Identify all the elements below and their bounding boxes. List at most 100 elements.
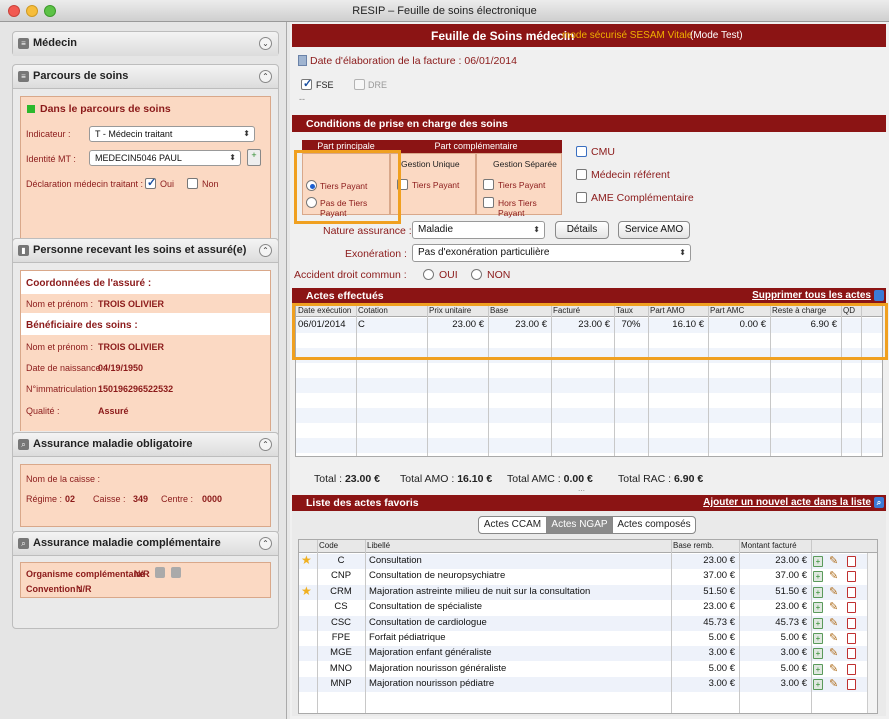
add-acte-icon[interactable]: + [813,648,823,660]
amo-panel-header[interactable]: ⌕ Assurance maladie obligatoire ⌃ [13,433,278,457]
amo-panel: ⌕ Assurance maladie obligatoire ⌃ Nom de… [12,432,279,534]
table-row[interactable] [296,438,882,453]
service-amo-button[interactable]: Service AMO [618,221,690,239]
favoris-col-header[interactable]: Libellé [367,541,390,550]
window-titlebar: RESIP – Feuille de soins électronique [0,0,889,22]
exo-select[interactable]: Pas d'exonération particulière ⬍ [412,244,691,262]
org-lookup-icon[interactable] [155,567,165,578]
personne-panel-header[interactable]: ▮ Personne recevant les soins et assuré(… [13,239,278,263]
table-row[interactable] [296,363,882,378]
table-row[interactable] [296,378,882,393]
medecin-panel-header[interactable]: ≡ Médecin ⌄ [13,32,278,56]
acte-base: 3.00 € [708,647,735,659]
favoris-col-header[interactable]: Code [319,541,338,550]
medecin-referent-label: Médecin référent [591,169,670,181]
chevron-down-icon[interactable]: ⌄ [259,37,272,50]
cmu-checkbox[interactable] [576,146,587,157]
edit-pencil-icon[interactable]: ✎ [829,646,838,659]
acte-base: 23.00 € [703,601,735,613]
select-arrows-icon: ⬍ [533,225,540,234]
minimize-window-button[interactable] [26,5,38,17]
parcours-panel-header[interactable]: ≡ Parcours de soins ⌃ [13,65,278,89]
gestion-unique-label: Gestion Unique [401,159,460,169]
accident-non-radio[interactable] [471,269,482,280]
add-acte-icon[interactable]: + [813,586,823,598]
table-row[interactable] [296,393,882,408]
delete-icon[interactable] [847,617,856,629]
dre-checkbox[interactable] [354,79,365,90]
add-acte-icon[interactable]: + [813,556,823,567]
zoom-window-button[interactable] [44,5,56,17]
indicateur-select[interactable]: T - Médecin traitant ⬍ [89,126,255,142]
chevron-up-icon[interactable]: ⌃ [259,438,272,451]
chevron-up-icon[interactable]: ⌃ [259,244,272,257]
details-button[interactable]: Détails [555,221,609,239]
delete-icon[interactable] [847,633,856,644]
tab-actes-composes[interactable]: Actes composés [613,517,695,533]
edit-pencil-icon[interactable]: ✎ [829,569,838,582]
chevron-up-icon[interactable]: ⌃ [259,537,272,550]
gs-hors-checkbox[interactable] [483,197,494,208]
edit-pencil-icon[interactable]: ✎ [829,662,838,675]
declaration-non-label: Non [202,179,219,189]
edit-pencil-icon[interactable]: ✎ [829,554,838,567]
org-clear-icon[interactable] [171,567,181,578]
nature-select[interactable]: Maladie ⬍ [412,221,545,239]
gs-tiers-checkbox[interactable] [483,179,494,190]
tab-actes-ngap[interactable]: Actes NGAP [547,517,613,533]
chevron-up-icon[interactable]: ⌃ [259,70,272,83]
table-row[interactable] [296,423,882,438]
delete-icon[interactable] [847,602,856,614]
medecin-referent-checkbox[interactable] [576,169,587,180]
person-icon: ▮ [18,245,29,256]
declaration-non-checkbox[interactable] [187,178,198,189]
favoris-col-header[interactable]: Montant facturé [741,541,797,550]
edit-pencil-icon[interactable]: ✎ [829,616,838,629]
total-amo-value: 16.10 € [457,473,493,485]
favorite-star-icon[interactable]: ★ [301,584,312,598]
ajouter-acte-link[interactable]: Ajouter un nouvel acte dans la liste [703,497,871,508]
add-acte-icon[interactable]: + [813,617,823,629]
edit-pencil-icon[interactable]: ✎ [829,585,838,598]
conv-value: N/R [76,584,92,594]
cmu-label: CMU [591,146,615,158]
add-doctor-icon[interactable]: + [247,149,261,166]
favoris-col-header[interactable]: Base remb. [673,541,714,550]
edit-pencil-icon[interactable]: ✎ [829,631,838,644]
total-amc-value: 0.00 € [563,473,593,485]
add-acte-icon[interactable]: + [813,679,823,691]
delete-icon[interactable] [847,663,856,675]
add-acte-icon[interactable]: + [813,571,823,583]
conditions-title: Conditions de prise en charge des soins [306,118,508,130]
search-add-icon[interactable]: ⌕ [874,497,884,508]
favorite-star-icon[interactable]: ★ [301,553,312,567]
declaration-oui-checkbox[interactable] [145,176,156,189]
table-row[interactable] [296,408,882,423]
delete-icon[interactable] [847,556,856,567]
accident-oui-radio[interactable] [423,269,434,280]
favoris-scrollbar[interactable] [867,553,877,713]
delete-icon[interactable] [847,571,856,583]
identite-select[interactable]: MEDECIN5046 PAUL ⬍ [89,150,241,166]
edit-pencil-icon[interactable]: ✎ [829,677,838,690]
fse-checkbox[interactable] [301,77,312,90]
add-acte-icon[interactable]: + [813,602,823,614]
edit-pencil-icon[interactable]: ✎ [829,600,838,613]
splitter-handle[interactable]: ⋯ [578,487,585,495]
nom-value: TROIS OLIVIER [98,299,165,309]
tab-actes-ccam[interactable]: Actes CCAM [479,517,547,533]
acte-code: C [337,555,345,566]
add-acte-icon[interactable]: + [813,663,823,675]
delete-icon[interactable] [847,586,856,598]
total-rac-label: Total RAC : [618,473,672,485]
add-acte-icon[interactable]: + [813,633,823,644]
amc-panel-header[interactable]: ⌕ Assurance maladie complémentaire ⌃ [13,532,278,556]
ame-checkbox[interactable] [576,192,587,203]
delete-icon[interactable] [847,648,856,660]
acte-montant: 23.00 € [775,555,807,566]
delete-icon[interactable] [847,679,856,691]
supprimer-tous-link[interactable]: Supprimer tous les actes [752,290,871,301]
close-window-button[interactable] [8,5,20,17]
highlight-part-principale [294,150,401,224]
trash-icon[interactable] [874,290,884,301]
